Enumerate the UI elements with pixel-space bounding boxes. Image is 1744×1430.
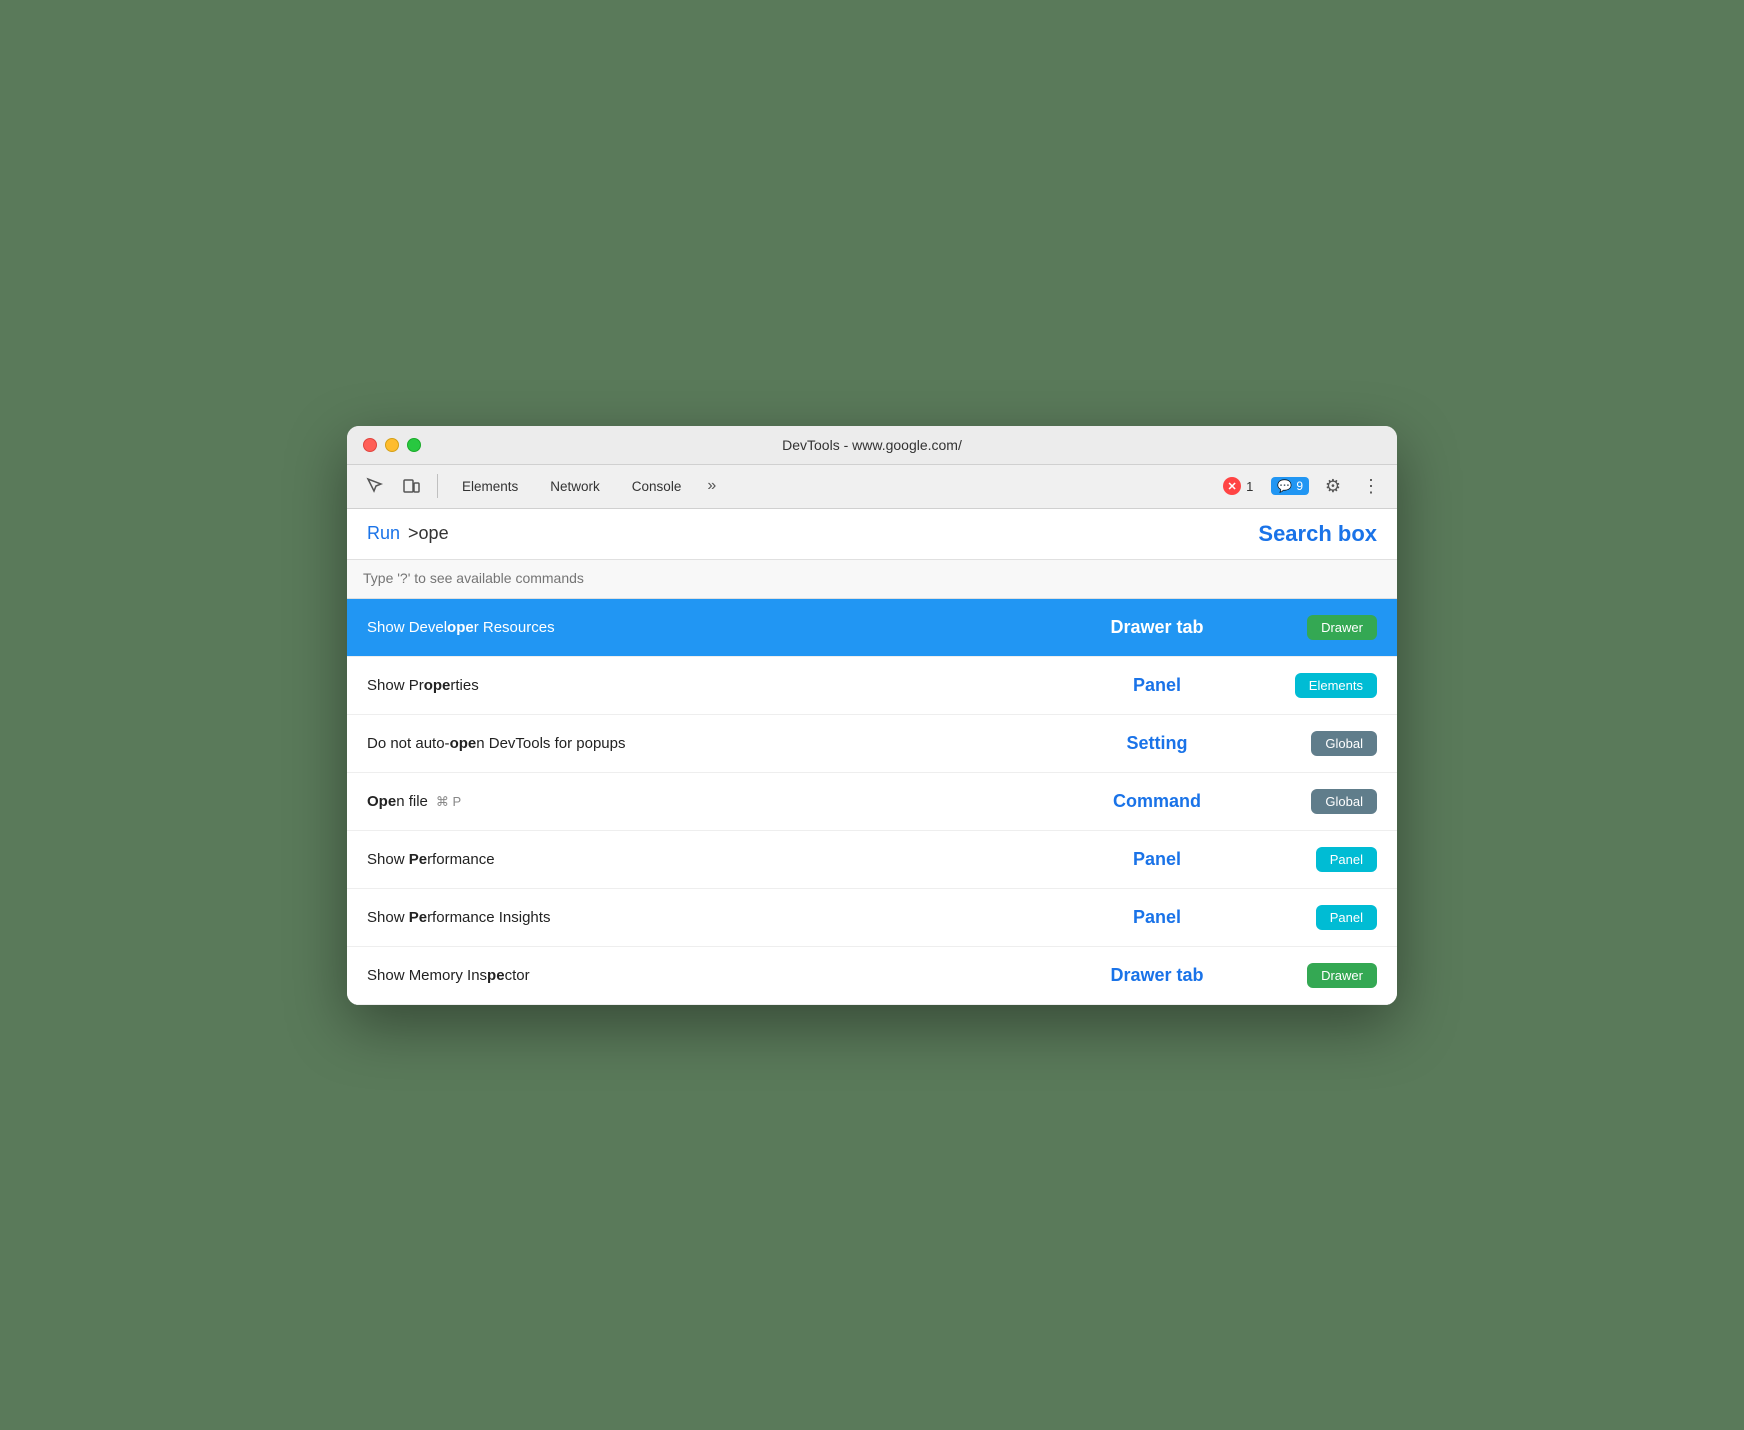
- search-box-label: Search box: [1258, 521, 1377, 547]
- devtools-window: DevTools - www.google.com/ Elements Netw…: [347, 426, 1397, 1005]
- search-header: Run >ope Search box: [347, 509, 1397, 560]
- run-section: Run >ope: [367, 523, 449, 544]
- shortcut-label: ⌘ P: [436, 794, 461, 809]
- result-name: Open file⌘ P: [367, 793, 1037, 810]
- result-row[interactable]: Show Developer ResourcesDrawer tab Drawer: [347, 599, 1397, 657]
- more-options-button[interactable]: ⋮: [1357, 470, 1385, 502]
- result-badge-container: Panel: [1277, 905, 1377, 930]
- result-badge: Drawer: [1307, 615, 1377, 640]
- result-badge-container: Drawer: [1277, 615, 1377, 640]
- result-badge-container: Elements: [1277, 673, 1377, 698]
- results-list: Show Developer ResourcesDrawer tabDrawer…: [347, 599, 1397, 1005]
- result-type: Panel: [1037, 907, 1277, 928]
- minimize-button[interactable]: [385, 438, 399, 452]
- message-count: 9: [1296, 479, 1303, 493]
- result-name: Show Properties: [367, 677, 1037, 694]
- close-button[interactable]: [363, 438, 377, 452]
- result-badge-container: Global: [1277, 789, 1377, 814]
- result-badge-container: Panel: [1277, 847, 1377, 872]
- result-badge: Global: [1311, 731, 1377, 756]
- error-badge[interactable]: ✕ 1: [1213, 473, 1263, 499]
- result-badge: Panel: [1316, 905, 1377, 930]
- result-row[interactable]: Open file⌘ PCommand Global: [347, 773, 1397, 831]
- result-name: Show Memory Inspector: [367, 967, 1037, 984]
- result-name: Show Developer Resources: [367, 619, 1037, 636]
- error-icon: ✕: [1223, 477, 1241, 495]
- result-type: Command: [1037, 791, 1277, 812]
- result-type: Setting: [1037, 733, 1277, 754]
- message-icon: 💬: [1277, 479, 1292, 493]
- result-badge-container: Drawer: [1277, 963, 1377, 988]
- result-badge: Elements: [1295, 673, 1377, 698]
- result-badge: Global: [1311, 789, 1377, 814]
- title-bar: DevTools - www.google.com/: [347, 426, 1397, 465]
- result-type: Panel: [1037, 849, 1277, 870]
- result-type: Drawer tab: [1037, 965, 1277, 986]
- window-title: DevTools - www.google.com/: [782, 437, 962, 453]
- result-badge: Drawer: [1307, 963, 1377, 988]
- result-badge: Panel: [1316, 847, 1377, 872]
- result-row[interactable]: Show Performance InsightsPanelPanel: [347, 889, 1397, 947]
- input-bar: [347, 560, 1397, 599]
- tab-network[interactable]: Network: [536, 473, 614, 500]
- toolbar-divider: [437, 474, 438, 498]
- result-name: Do not auto-open DevTools for popups: [367, 735, 1037, 752]
- maximize-button[interactable]: [407, 438, 421, 452]
- result-row[interactable]: Do not auto-open DevTools for popupsSett…: [347, 715, 1397, 773]
- search-query: >ope: [408, 523, 449, 544]
- command-input[interactable]: [363, 570, 1381, 586]
- result-badge-container: Global: [1277, 731, 1377, 756]
- tab-elements[interactable]: Elements: [448, 473, 532, 500]
- settings-button[interactable]: ⚙: [1317, 470, 1349, 502]
- traffic-lights: [363, 438, 421, 452]
- message-badge[interactable]: 💬 9: [1271, 477, 1309, 495]
- result-type: Drawer tab: [1037, 617, 1277, 638]
- run-link[interactable]: Run: [367, 523, 400, 544]
- inspect-element-button[interactable]: [359, 470, 391, 502]
- result-row[interactable]: Show PerformancePanelPanel: [347, 831, 1397, 889]
- result-name: Show Performance Insights: [367, 909, 1037, 926]
- result-name: Show Performance: [367, 851, 1037, 868]
- device-toggle-button[interactable]: [395, 470, 427, 502]
- result-row[interactable]: Show PropertiesPanel Elements: [347, 657, 1397, 715]
- more-tabs-button[interactable]: »: [699, 473, 724, 499]
- result-row[interactable]: Show Memory InspectorDrawer tab Drawer: [347, 947, 1397, 1005]
- tab-console[interactable]: Console: [618, 473, 696, 500]
- toolbar: Elements Network Console » ✕ 1 💬 9 ⚙ ⋮: [347, 465, 1397, 509]
- error-count: 1: [1246, 479, 1253, 494]
- toolbar-right: ✕ 1 💬 9 ⚙ ⋮: [1213, 470, 1385, 502]
- result-type: Panel: [1037, 675, 1277, 696]
